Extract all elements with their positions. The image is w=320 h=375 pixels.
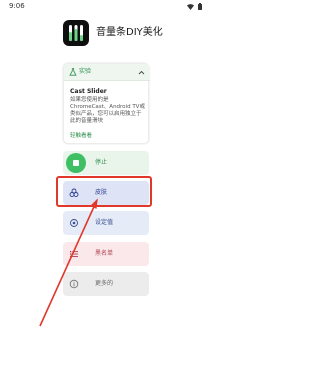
stop-icon <box>66 153 86 173</box>
experiment-card: 实验 Cast Slider 如果您使用的是 ChromeCast、Androi… <box>63 63 150 144</box>
experiment-card-header[interactable]: 实验 <box>64 64 150 81</box>
info-icon <box>69 279 79 289</box>
app-header: 音量条DIY美化 <box>63 20 183 46</box>
stop-label: 停止 <box>95 159 108 166</box>
annotation-highlight-box <box>56 176 152 207</box>
settings-label: 设定值 <box>95 219 114 226</box>
wifi-icon <box>187 3 194 10</box>
volume-bars-icon <box>63 20 89 46</box>
status-time: 9:06 <box>9 2 25 10</box>
blacklist-button[interactable]: 黑名单 <box>63 242 149 266</box>
status-icons <box>187 3 202 10</box>
app-title: 音量条DIY美化 <box>96 27 163 38</box>
cast-slider-title: Cast Slider <box>70 88 107 95</box>
settings-icon <box>70 219 78 227</box>
battery-icon <box>198 3 202 10</box>
cast-slider-description: 如果您使用的是 ChromeCast、Android TV或 类似产品，您可以启… <box>70 97 145 124</box>
more-button[interactable]: 更多的 <box>63 272 149 296</box>
settings-button[interactable]: 设定值 <box>63 211 149 235</box>
list-icon <box>70 251 78 258</box>
stop-button[interactable]: 停止 <box>63 151 149 175</box>
more-label: 更多的 <box>95 280 114 287</box>
chevron-up-icon[interactable] <box>138 69 145 76</box>
experiment-label: 实验 <box>79 68 92 75</box>
blacklist-label: 黑名单 <box>95 250 114 257</box>
flask-icon <box>69 68 77 76</box>
try-it-link[interactable]: 轻触看看 <box>70 133 92 140</box>
status-bar: 9:06 <box>0 0 210 14</box>
